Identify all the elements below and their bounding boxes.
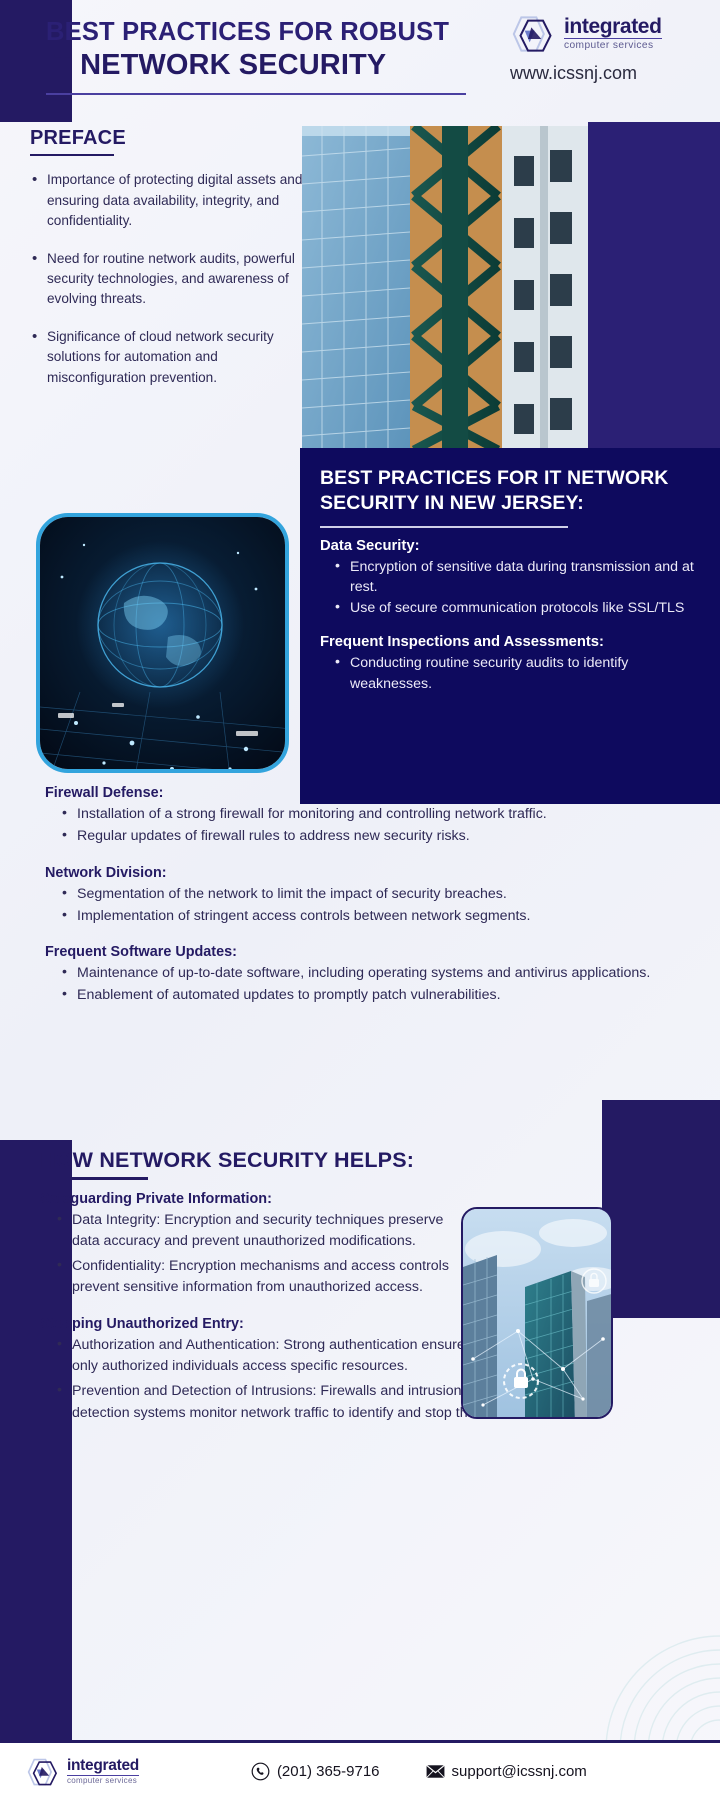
nj-group-list: Conducting routine security audits to id… xyxy=(334,652,700,694)
how-block-heading: Stopping Unauthorized Entry: xyxy=(40,1315,244,1332)
practice-block-network-division: Network Division: Segmentation of the ne… xyxy=(45,865,680,928)
cyber-security-lock-buildings-photo xyxy=(461,1207,613,1419)
footer-bar: integrated computer services (201) 365-9… xyxy=(0,1743,720,1800)
footer-email[interactable]: support@icssnj.com xyxy=(425,1762,587,1781)
how-block-stopping-entry: Stopping Unauthorized Entry: Authorizati… xyxy=(40,1316,510,1424)
preface-section: PREFACE Importance of protecting digital… xyxy=(30,127,315,405)
footer-phone[interactable]: (201) 365-9716 xyxy=(251,1762,380,1781)
practice-heading: Frequent Software Updates: xyxy=(45,944,237,961)
list-item: Confidentiality: Encryption mechanisms a… xyxy=(56,1255,470,1299)
how-section-title: HOW NETWORK SECURITY HELPS: xyxy=(40,1148,415,1172)
preface-title: PREFACE xyxy=(30,127,126,149)
list-item: Installation of a strong firewall for mo… xyxy=(61,803,680,825)
footer-logo-wordmark: integrated xyxy=(67,1757,139,1776)
preface-underline xyxy=(30,154,114,157)
integrated-hexagon-logo-icon xyxy=(27,1758,58,1785)
how-block-list: Authorization and Authentication: Strong… xyxy=(56,1334,510,1424)
list-item: Authorization and Authentication: Strong… xyxy=(56,1334,510,1378)
list-item: Maintenance of up-to-date software, incl… xyxy=(61,962,680,984)
list-item: Need for routine network audits, powerfu… xyxy=(30,248,315,310)
nj-group-list: Encryption of sensitive data during tran… xyxy=(334,556,700,619)
how-block-safeguarding: Safeguarding Private Information: Data I… xyxy=(40,1191,470,1299)
how-block-list: Data Integrity: Encryption and security … xyxy=(56,1209,470,1299)
list-item: Importance of protecting digital assets … xyxy=(30,169,315,231)
nj-panel-rule xyxy=(320,525,568,528)
website-url[interactable]: www.icssnj.com xyxy=(510,63,708,84)
how-section-underline xyxy=(40,1177,148,1180)
header-underline xyxy=(46,92,466,95)
nj-group-inspections: Frequent Inspections and Assessments: Co… xyxy=(320,634,700,694)
footer-email-address: support@icssnj.com xyxy=(451,1763,587,1780)
list-item: Implementation of stringent access contr… xyxy=(61,905,680,927)
digital-globe-network-photo xyxy=(36,513,289,773)
practice-heading: Network Division: xyxy=(45,864,167,881)
list-item: Conducting routine security audits to id… xyxy=(334,652,700,694)
footer-logo-tagline: computer services xyxy=(67,1775,138,1785)
nj-best-practices-panel: BEST PRACTICES FOR IT NETWORK SECURITY I… xyxy=(300,448,720,804)
practice-list: Installation of a strong firewall for mo… xyxy=(61,803,680,848)
brand-logo-block: integrated computer services www.icssnj.… xyxy=(508,14,708,84)
infographic-page: BEST PRACTICES FOR ROBUST IT NETWORK SEC… xyxy=(0,0,720,1800)
list-item: Regular updates of firewall rules to add… xyxy=(61,825,680,847)
practice-list: Segmentation of the network to limit the… xyxy=(61,883,680,928)
list-item: Data Integrity: Encryption and security … xyxy=(56,1209,470,1253)
office-buildings-photo xyxy=(302,126,588,450)
footer-phone-number: (201) 365-9716 xyxy=(276,1763,380,1780)
decorative-bar-right-upper xyxy=(588,122,720,452)
list-item: Encryption of sensitive data during tran… xyxy=(334,556,700,598)
logo-tagline: computer services xyxy=(564,40,654,52)
nj-group-heading: Frequent Inspections and Assessments: xyxy=(320,634,604,651)
practice-list: Maintenance of up-to-date software, incl… xyxy=(61,962,680,1007)
logo-wordmark: integrated xyxy=(564,15,662,40)
list-item: Enablement of automated updates to promp… xyxy=(61,984,680,1006)
list-item: Use of secure communication protocols li… xyxy=(334,597,700,619)
practice-block-software-updates: Frequent Software Updates: Maintenance o… xyxy=(45,944,680,1007)
practice-block-firewall: Firewall Defense: Installation of a stro… xyxy=(45,785,680,848)
list-item: Significance of cloud network security s… xyxy=(30,326,315,388)
envelope-icon xyxy=(425,1764,445,1779)
footer-brand-logo: integrated computer services xyxy=(24,1757,139,1787)
nj-group-data-security: Data Security: Encryption of sensitive d… xyxy=(320,538,700,619)
nj-panel-title: BEST PRACTICES FOR IT NETWORK SECURITY I… xyxy=(320,467,669,515)
nj-group-heading: Data Security: xyxy=(320,537,420,554)
nj-group-spacer xyxy=(320,618,700,634)
phone-icon xyxy=(251,1762,270,1781)
list-item: Prevention and Detection of Intrusions: … xyxy=(56,1380,510,1424)
preface-bullet-list: Importance of protecting digital assets … xyxy=(30,169,315,388)
practices-section: Firewall Defense: Installation of a stro… xyxy=(40,785,680,1024)
list-item: Segmentation of the network to limit the… xyxy=(61,883,680,905)
practice-heading: Firewall Defense: xyxy=(45,785,164,801)
integrated-hexagon-logo-icon xyxy=(512,16,552,52)
how-block-heading: Safeguarding Private Information: xyxy=(40,1190,272,1207)
